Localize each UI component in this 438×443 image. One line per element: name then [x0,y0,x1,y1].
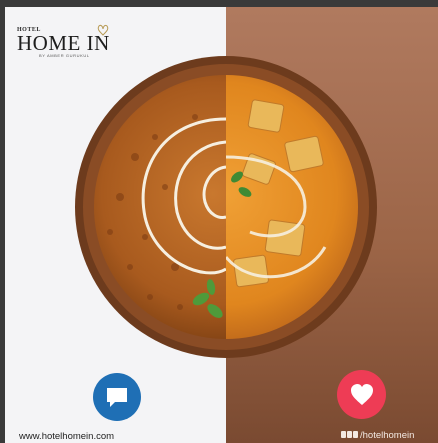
social-media-icons [341,430,359,441]
speech-bubble-icon [107,388,127,407]
post-frame: HOTEL HOME IN BY AMBER GURUKUL www.hotel… [0,0,438,443]
heart-icon [350,383,373,405]
hotel-logo: HOTEL HOME IN BY AMBER GURUKUL [17,24,110,58]
website-link[interactable]: www.hotelhomein.com [19,431,114,442]
comment-button[interactable] [93,373,141,421]
promo-poster: HOTEL HOME IN BY AMBER GURUKUL www.hotel… [5,7,438,443]
like-button[interactable] [337,370,386,419]
social-handle[interactable]: /hotelhomein [341,430,414,441]
logo-flourish-icon [97,24,109,36]
social-handle-text: /hotelhomein [360,430,415,441]
